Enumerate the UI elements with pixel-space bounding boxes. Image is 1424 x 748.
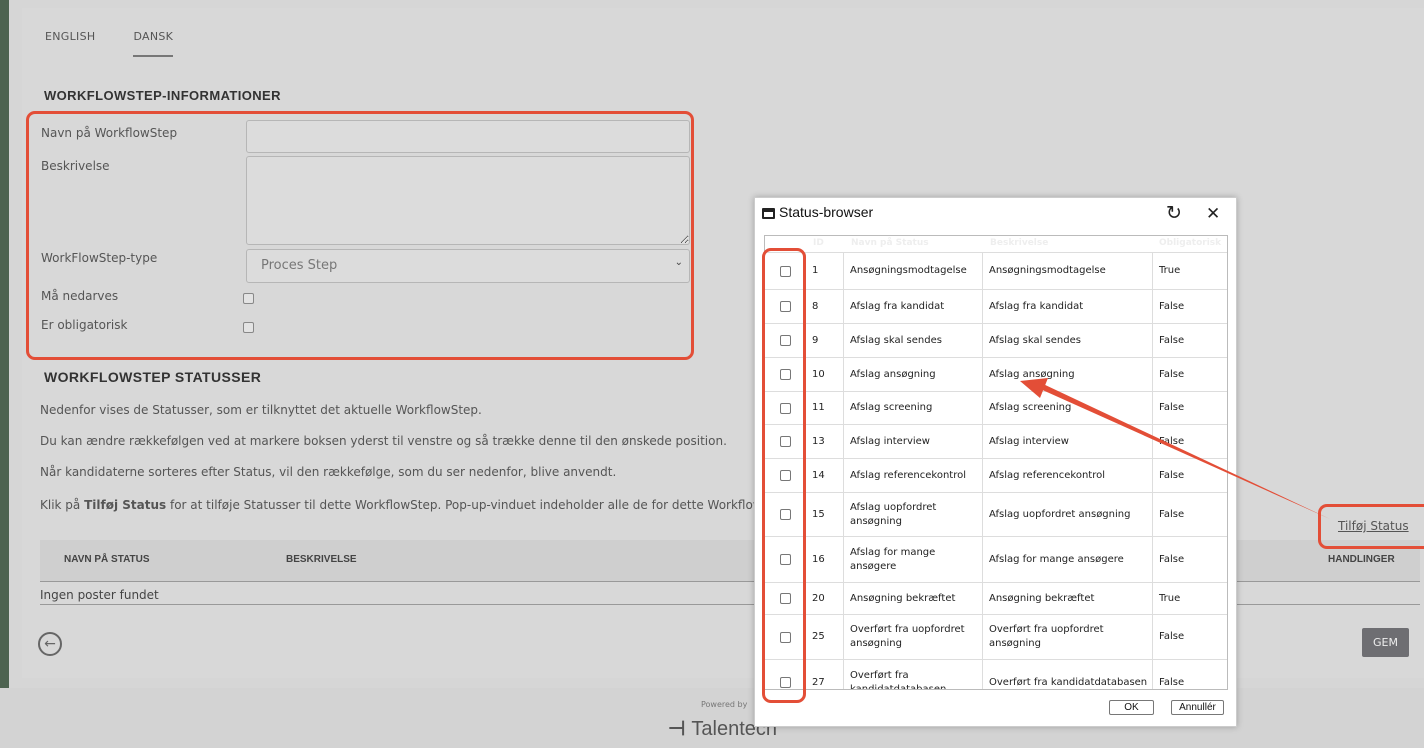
status-paragraph-4: Klik på Tilføj Status for at tilføje Sta…: [40, 498, 790, 512]
row-mandatory: False: [1159, 508, 1185, 520]
language-tabs: ENGLISH DANSK: [45, 30, 211, 57]
col-status-name: NAVN PÅ STATUS: [64, 554, 150, 565]
row-name: Afslag uopfordret ansøgning: [844, 493, 983, 536]
row-name: Afslag referencekontrol: [844, 459, 983, 492]
status-section-title: WORKFLOWSTEP STATUSSER: [44, 369, 262, 385]
status-paragraph-1: Nedenfor vises de Statusser, som er tilk…: [40, 403, 482, 417]
col-description: BESKRIVELSE: [286, 554, 357, 565]
powered-by-text: Powered by: [701, 700, 748, 709]
row-name: Ansøgningsmodtagelse: [844, 253, 983, 289]
left-edge-strip: [0, 0, 9, 748]
row-description: Overført fra kandidatdatabasen: [983, 660, 1153, 689]
info-section-title: WORKFLOWSTEP-INFORMATIONER: [44, 88, 281, 103]
row-description: Afslag interview: [983, 425, 1153, 458]
table-row[interactable]: 9 Afslag skal sendes Afslag skal sendes …: [765, 324, 1227, 358]
table-row[interactable]: 10 Afslag ansøgning Afslag ansøgning Fal…: [765, 358, 1227, 392]
checkbox-column-highlight-box: [762, 248, 806, 703]
row-mandatory: True: [1159, 265, 1181, 276]
table-row[interactable]: 15 Afslag uopfordret ansøgning Afslag uo…: [765, 493, 1227, 537]
row-name: Ansøgning bekræftet: [844, 583, 983, 614]
table-row[interactable]: 25 Overført fra uopfordret ansøgning Ove…: [765, 615, 1227, 660]
table-row[interactable]: 1 Ansøgningsmodtagelse Ansøgningsmodtage…: [765, 253, 1227, 290]
row-name: Overført fra uopfordret ansøgning: [844, 615, 983, 659]
tab-english[interactable]: ENGLISH: [45, 30, 95, 57]
row-id: 10: [806, 358, 844, 391]
refresh-icon[interactable]: ↻: [1166, 202, 1182, 224]
para4-bold: Tilføj Status: [84, 498, 167, 512]
row-description: Afslag skal sendes: [983, 324, 1153, 357]
table-row[interactable]: 16 Afslag for mange ansøgere Afslag for …: [765, 537, 1227, 583]
table-row[interactable]: 11 Afslag screening Afslag screening Fal…: [765, 392, 1227, 425]
row-mandatory: False: [1159, 676, 1185, 688]
row-id: 27: [806, 660, 844, 689]
add-status-highlight-box: [1318, 504, 1424, 549]
row-description: Overført fra uopfordret ansøgning: [983, 615, 1153, 659]
row-description: Afslag for mange ansøgere: [983, 537, 1153, 582]
row-id: 13: [806, 425, 844, 458]
row-name: Overført fra kandidatdatabasen: [844, 660, 983, 689]
status-browser-modal: Status-browser ↻ ✕ ID Navn på Status Bes…: [754, 197, 1237, 727]
row-description: Afslag uopfordret ansøgning: [983, 493, 1153, 536]
table-row[interactable]: 14 Afslag referencekontrol Afslag refere…: [765, 459, 1227, 493]
row-mandatory: False: [1159, 368, 1185, 380]
row-description: Ansøgningsmodtagelse: [983, 253, 1153, 289]
row-id: 11: [806, 392, 844, 424]
row-name: Afslag skal sendes: [844, 324, 983, 357]
row-description: Afslag fra kandidat: [983, 290, 1153, 323]
row-id: 14: [806, 459, 844, 492]
row-mandatory: False: [1159, 334, 1185, 346]
grid-col-name: Navn på Status: [851, 238, 929, 248]
brand-mark-icon: ⊣: [668, 718, 686, 740]
table-row[interactable]: 13 Afslag interview Afslag interview Fal…: [765, 425, 1227, 459]
status-grid: ID Navn på Status Beskrivelse Obligatori…: [764, 235, 1228, 690]
row-id: 1: [806, 253, 844, 289]
form-highlight-box: [26, 111, 694, 360]
table-row[interactable]: 20 Ansøgning bekræftet Ansøgning bekræft…: [765, 583, 1227, 615]
grid-col-mandatory: Obligatorisk: [1159, 238, 1222, 248]
row-id: 15: [806, 493, 844, 536]
cancel-button[interactable]: Annullér: [1171, 700, 1224, 715]
table-row[interactable]: 27 Overført fra kandidatdatabasen Overfø…: [765, 660, 1227, 689]
grid-col-id: ID: [813, 238, 824, 248]
row-id: 25: [806, 615, 844, 659]
window-icon: [762, 208, 775, 219]
row-id: 20: [806, 583, 844, 614]
row-description: Ansøgning bekræftet: [983, 583, 1153, 614]
row-id: 9: [806, 324, 844, 357]
row-mandatory: False: [1159, 300, 1185, 312]
row-description: Afslag referencekontrol: [983, 459, 1153, 492]
row-name: Afslag for mange ansøgere: [844, 537, 983, 582]
row-mandatory: False: [1159, 631, 1185, 642]
row-description: Afslag ansøgning: [983, 358, 1153, 391]
row-mandatory: False: [1159, 402, 1185, 413]
col-actions: HANDLINGER: [1328, 554, 1395, 565]
row-id: 16: [806, 537, 844, 582]
tab-dansk[interactable]: DANSK: [133, 30, 174, 57]
row-mandatory: True: [1159, 592, 1181, 604]
save-button[interactable]: GEM: [1362, 628, 1409, 657]
para4-pre: Klik på: [40, 498, 85, 512]
row-mandatory: False: [1159, 469, 1185, 481]
grid-col-description: Beskrivelse: [990, 238, 1049, 248]
table-row[interactable]: 8 Afslag fra kandidat Afslag fra kandida…: [765, 290, 1227, 324]
ok-button[interactable]: OK: [1109, 700, 1154, 715]
row-name: Afslag interview: [844, 425, 983, 458]
back-arrow-icon[interactable]: ←: [38, 632, 62, 656]
row-name: Afslag fra kandidat: [844, 290, 983, 323]
row-mandatory: False: [1159, 435, 1185, 447]
status-paragraph-2: Du kan ændre rækkefølgen ved at markere …: [40, 434, 727, 448]
para4-post: for at tilføje Statusser til dette Workf…: [166, 498, 790, 512]
row-name: Afslag ansøgning: [844, 358, 983, 391]
modal-title: Status-browser: [779, 204, 874, 220]
row-mandatory: False: [1159, 553, 1185, 565]
row-name: Afslag screening: [844, 392, 983, 424]
status-paragraph-3: Når kandidaterne sorteres efter Status, …: [40, 465, 617, 479]
row-id: 8: [806, 290, 844, 323]
row-description: Afslag screening: [983, 392, 1153, 424]
close-icon[interactable]: ✕: [1206, 204, 1220, 224]
grid-header: ID Navn på Status Beskrivelse Obligatori…: [765, 236, 1227, 253]
